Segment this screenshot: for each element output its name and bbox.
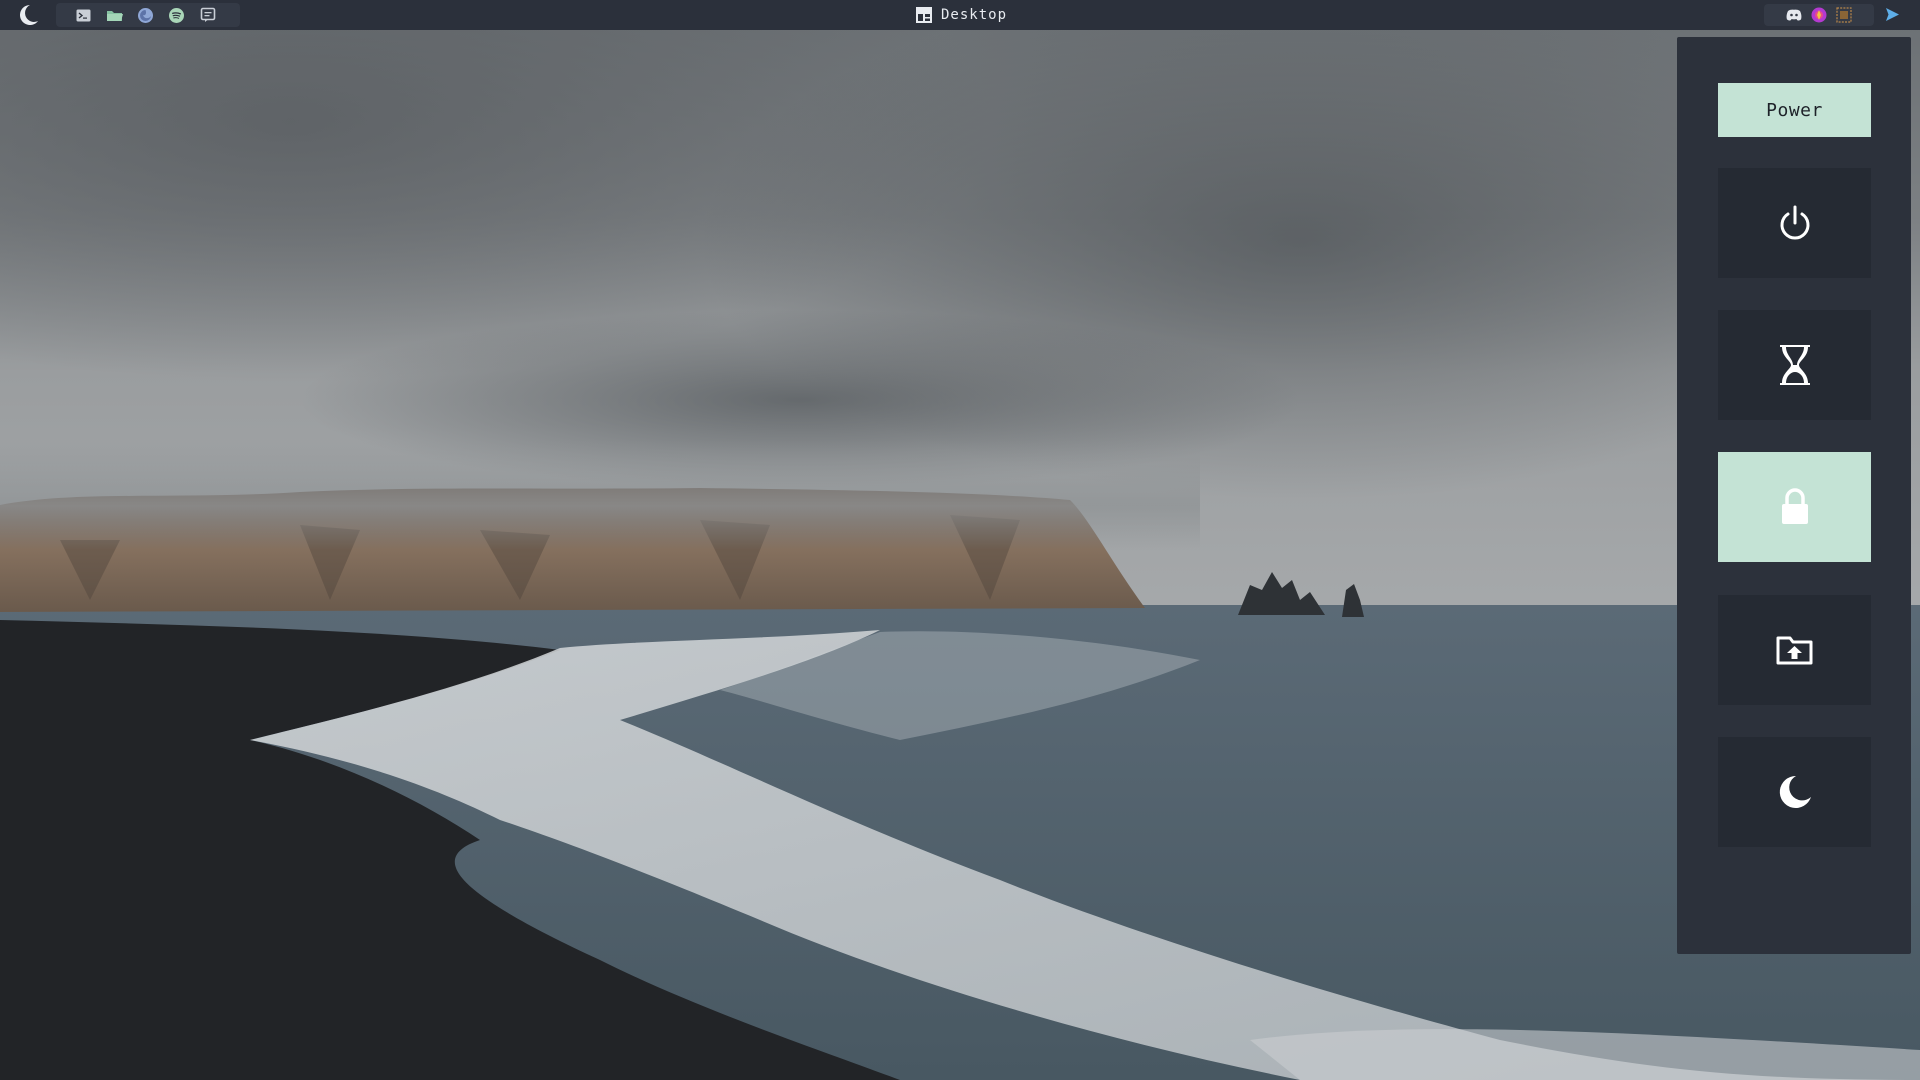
picom-icon[interactable] xyxy=(1811,7,1828,24)
firefox-icon[interactable] xyxy=(136,6,155,25)
sleep-button[interactable] xyxy=(1718,737,1871,847)
terminal-icon[interactable] xyxy=(74,6,93,25)
desktop-wallpaper xyxy=(0,0,1920,1080)
window-title-area: Desktop xyxy=(916,0,1007,30)
folder-upload-icon xyxy=(1776,634,1814,666)
system-tray xyxy=(1764,4,1874,26)
power-icon xyxy=(1775,203,1815,243)
screenshot-icon[interactable] xyxy=(1836,7,1853,24)
crescent-moon-icon[interactable] xyxy=(14,3,40,27)
power-menu-panel: Power xyxy=(1677,37,1911,954)
moon-icon xyxy=(1776,773,1814,811)
spotify-icon[interactable] xyxy=(167,6,186,25)
suspend-button[interactable] xyxy=(1718,310,1871,420)
hourglass-icon xyxy=(1777,342,1813,388)
lock-button[interactable] xyxy=(1718,452,1871,562)
shutdown-button[interactable] xyxy=(1718,168,1871,278)
notification-icon[interactable] xyxy=(1882,5,1902,25)
logout-button[interactable] xyxy=(1718,595,1871,705)
power-menu-title: Power xyxy=(1718,83,1871,137)
discord-icon[interactable] xyxy=(1786,7,1803,24)
window-title: Desktop xyxy=(941,7,1008,23)
top-bar: Desktop xyxy=(0,0,1920,30)
chat-icon[interactable] xyxy=(198,6,217,25)
folder-icon[interactable] xyxy=(105,6,124,25)
lock-icon xyxy=(1778,487,1812,527)
app-launcher xyxy=(56,3,240,27)
layout-icon[interactable] xyxy=(916,7,932,23)
